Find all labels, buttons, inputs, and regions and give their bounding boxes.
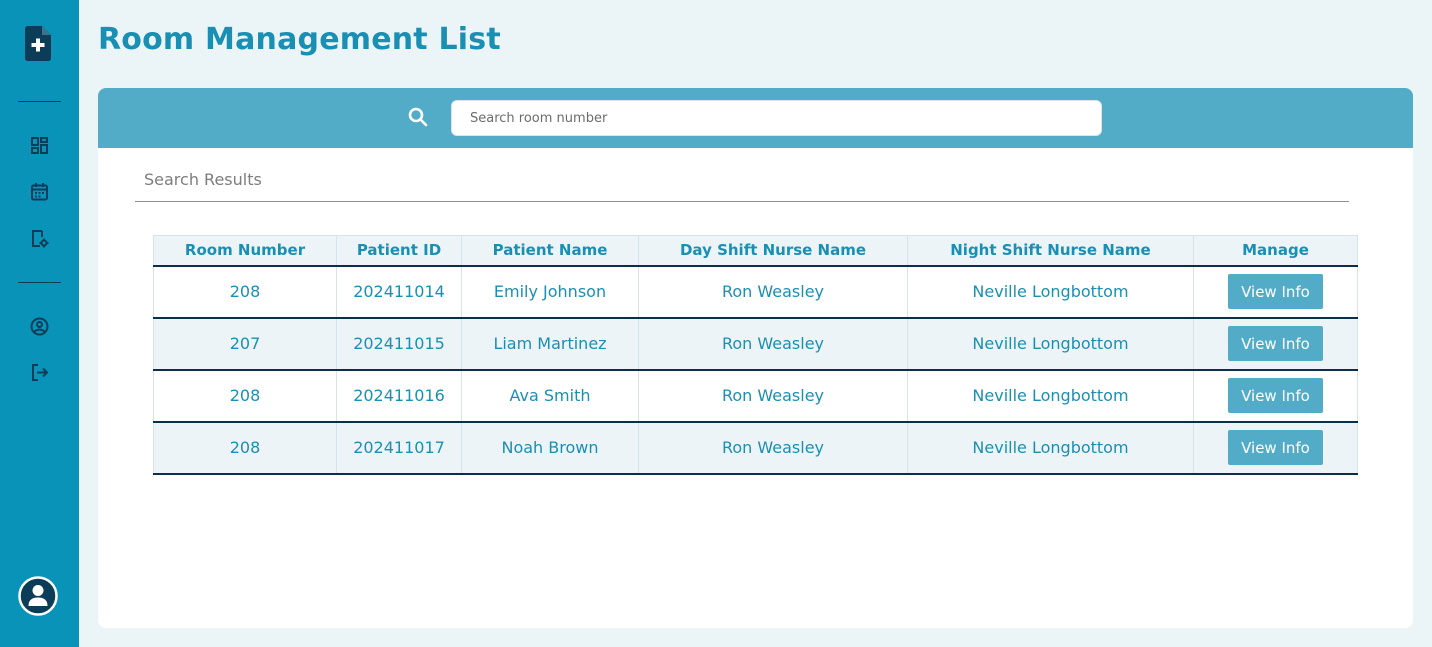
patient-name-cell: Noah Brown (461, 421, 639, 475)
column-header-patient-name: Patient Name (461, 235, 639, 267)
user-avatar-icon[interactable] (18, 576, 58, 616)
sidebar (0, 0, 79, 647)
night-nurse-cell: Neville Longbottom (907, 317, 1194, 371)
table-row: 208 202411016 Ava Smith Ron Weasley Nevi… (153, 369, 1358, 423)
day-nurse-cell: Ron Weasley (638, 369, 908, 423)
room-number-cell: 208 (153, 265, 337, 319)
day-nurse-cell: Ron Weasley (638, 317, 908, 371)
results-divider (135, 201, 1349, 202)
view-info-button[interactable]: View Info (1228, 326, 1323, 361)
patient-id-cell: 202411014 (336, 265, 462, 319)
page-title: Room Management List (98, 22, 501, 57)
view-info-button[interactable]: View Info (1228, 378, 1323, 413)
sidebar-divider (18, 101, 61, 102)
medical-file-plus-icon[interactable] (25, 26, 51, 61)
patient-name-cell: Emily Johnson (461, 265, 639, 319)
room-number-cell: 207 (153, 317, 337, 371)
column-header-day-nurse: Day Shift Nurse Name (638, 235, 908, 267)
table-row: 207 202411015 Liam Martinez Ron Weasley … (153, 317, 1358, 371)
results-panel: Search Results Room Number Patient ID Pa… (98, 148, 1413, 628)
night-nurse-cell: Neville Longbottom (907, 265, 1194, 319)
patient-id-cell: 202411015 (336, 317, 462, 371)
search-icon[interactable] (408, 107, 428, 127)
search-input[interactable] (451, 100, 1102, 136)
sidebar-divider (18, 282, 61, 283)
room-settings-icon[interactable] (30, 229, 49, 248)
view-info-button[interactable]: View Info (1228, 430, 1323, 465)
patient-id-cell: 202411016 (336, 369, 462, 423)
dashboard-grid-icon[interactable] (30, 136, 49, 155)
patient-id-cell: 202411017 (336, 421, 462, 475)
night-nurse-cell: Neville Longbottom (907, 421, 1194, 475)
table-header-row: Room Number Patient ID Patient Name Day … (153, 235, 1358, 267)
manage-cell: View Info (1193, 421, 1358, 475)
calendar-icon[interactable] (30, 182, 49, 201)
patient-name-cell: Ava Smith (461, 369, 639, 423)
manage-cell: View Info (1193, 317, 1358, 371)
table-row: 208 202411014 Emily Johnson Ron Weasley … (153, 265, 1358, 319)
day-nurse-cell: Ron Weasley (638, 421, 908, 475)
room-number-cell: 208 (153, 421, 337, 475)
search-bar (98, 88, 1413, 148)
view-info-button[interactable]: View Info (1228, 274, 1323, 309)
day-nurse-cell: Ron Weasley (638, 265, 908, 319)
logout-icon[interactable] (30, 363, 49, 382)
patient-name-cell: Liam Martinez (461, 317, 639, 371)
column-header-night-nurse: Night Shift Nurse Name (907, 235, 1194, 267)
column-header-manage: Manage (1193, 235, 1358, 267)
manage-cell: View Info (1193, 265, 1358, 319)
room-number-cell: 208 (153, 369, 337, 423)
user-circle-icon[interactable] (30, 317, 49, 336)
manage-cell: View Info (1193, 369, 1358, 423)
night-nurse-cell: Neville Longbottom (907, 369, 1194, 423)
results-label: Search Results (144, 170, 262, 189)
column-header-room-number: Room Number (153, 235, 337, 267)
table-row: 208 202411017 Noah Brown Ron Weasley Nev… (153, 421, 1358, 475)
column-header-patient-id: Patient ID (336, 235, 462, 267)
room-table: Room Number Patient ID Patient Name Day … (153, 235, 1358, 475)
